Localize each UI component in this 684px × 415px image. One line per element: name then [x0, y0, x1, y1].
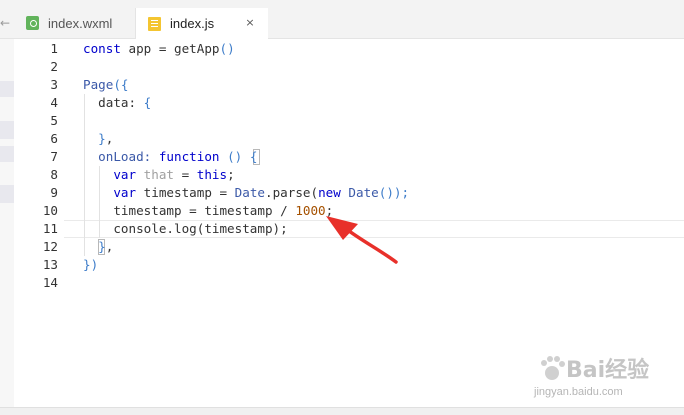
arrow-shaft	[343, 226, 398, 264]
watermark-brand: Bai经验	[566, 358, 650, 383]
baidu-watermark: Bai经验 jingyan.baidu.com	[534, 352, 680, 402]
arrow-head	[326, 216, 358, 240]
paw-logo-icon	[541, 356, 565, 380]
watermark-url: jingyan.baidu.com	[534, 386, 623, 398]
